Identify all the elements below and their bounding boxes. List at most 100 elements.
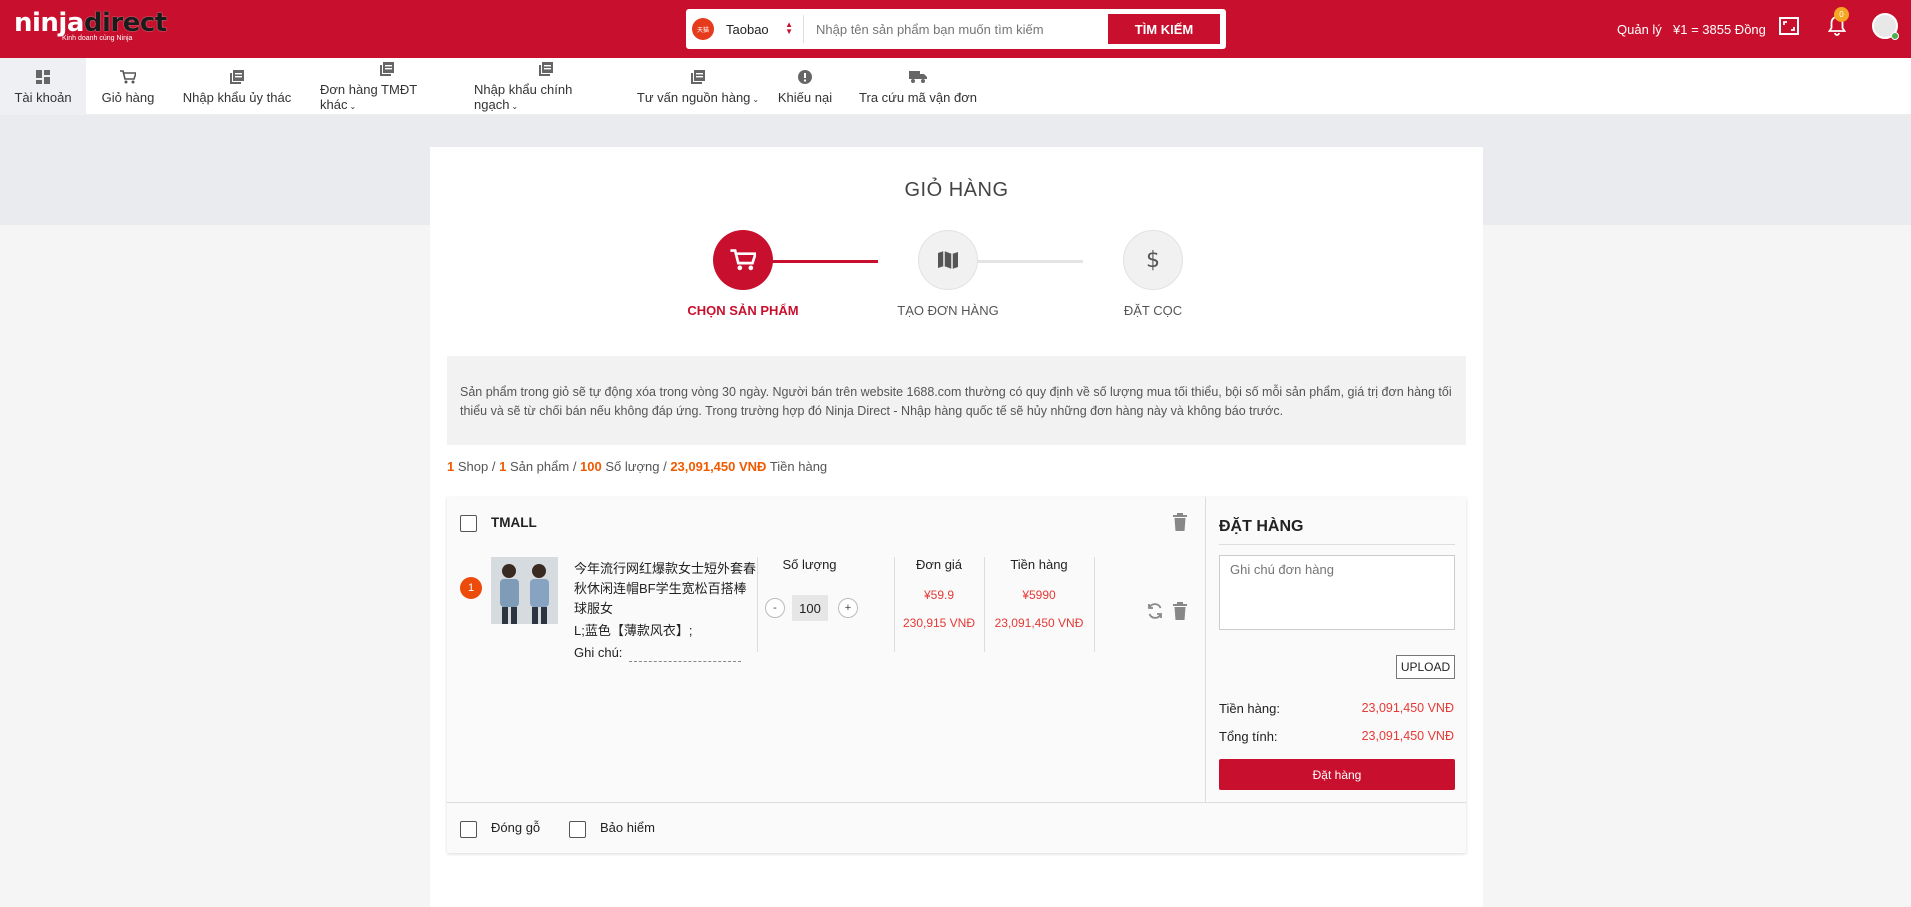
nav-label: Khiếu nại — [777, 89, 833, 105]
nav-item-entrusted-import[interactable]: Nhập khẩu ủy thác — [178, 58, 296, 115]
cart-icon — [730, 249, 756, 271]
divider — [1219, 544, 1455, 545]
unit-price-cny: ¥59.9 — [923, 588, 955, 602]
document-icon — [380, 61, 394, 77]
nav-label: Tư vấn nguồn hàng — [636, 89, 751, 105]
order-panel-title: ĐẶT HÀNG — [1219, 518, 1304, 535]
fullscreen-icon[interactable] — [1777, 14, 1801, 38]
item-note-label: Ghi chú: — [574, 645, 623, 660]
cart-page: GIỎ HÀNG $ CHỌN SẢN PHẨM TẠO ĐƠN HÀNG ĐẶ… — [430, 147, 1483, 907]
product-thumbnail[interactable] — [491, 557, 558, 624]
nav-label: Đơn hàng TMĐT khác — [320, 82, 417, 112]
logo-text-a: ninja — [14, 8, 84, 38]
nav-item-sourcing-advice[interactable]: Tư vấn nguồn hàng ⌄ — [636, 58, 760, 115]
nav-item-ecommerce-orders[interactable]: Đơn hàng TMĐT khác ⌄ — [320, 58, 454, 115]
dollar-icon: $ — [1146, 247, 1160, 273]
nav-item-account[interactable]: Tài khoản — [0, 58, 86, 115]
nav-label: Tra cứu mã vận đơn — [859, 89, 977, 105]
qty-decrease-button[interactable]: - — [765, 598, 785, 618]
shop-name: TMALL — [491, 515, 537, 530]
shop-cart-group: TMALL 1 今年流行网红爆款女士短外套春秋休闲连帽BF学生宽松百搭棒球服女 … — [447, 497, 1466, 853]
main-nav: Tài khoản Giỏ hàng Nhập khẩu ủy thác Đơn… — [0, 58, 1911, 115]
notification-badge: 0 — [1834, 7, 1849, 22]
nav-item-cart[interactable]: Giỏ hàng — [94, 58, 162, 115]
cart-summary: 1 Shop / 1 Sản phẩm / 100 Số lượng / 23,… — [447, 459, 828, 474]
unit-price-column-header: Đơn giá — [915, 557, 963, 572]
insurance-checkbox[interactable] — [569, 821, 586, 838]
item-index-badge: 1 — [460, 577, 482, 599]
logo[interactable]: ninjadirect Kinh doanh cùng Ninja — [14, 9, 167, 42]
page-title: GIỎ HÀNG — [904, 179, 1009, 201]
truck-icon — [909, 69, 927, 85]
nav-label: Giỏ hàng — [101, 89, 155, 105]
nav-item-official-import[interactable]: Nhập khẩu chính ngạch ⌄ — [474, 58, 618, 115]
cart-icon — [120, 69, 136, 85]
column-divider — [757, 557, 758, 652]
wood-packing-label: Đóng gỗ — [491, 820, 541, 835]
document-icon — [539, 61, 553, 77]
search-input[interactable] — [814, 15, 1104, 43]
qty-input[interactable]: 100 — [792, 595, 828, 621]
nav-item-tracking[interactable]: Tra cứu mã vận đơn — [858, 58, 978, 115]
source-select[interactable]: 天猫 Taobao ▲ ▼ — [692, 15, 804, 43]
order-note-textarea[interactable] — [1219, 555, 1455, 630]
quantity-total: 100 — [580, 459, 602, 474]
dashboard-icon — [36, 69, 50, 85]
search-button[interactable]: TÌM KIẾM — [1108, 14, 1220, 44]
goods-amount-label: Tiền hàng: — [1219, 701, 1280, 716]
chevron-down-icon: ⌄ — [752, 94, 760, 104]
total-label: Tổng tính: — [1219, 729, 1278, 744]
step-1-label: CHỌN SẢN PHẨM — [687, 303, 799, 318]
nav-label: Tài khoản — [14, 89, 72, 105]
divider — [447, 802, 1466, 803]
goods-total-label: Tiền hàng — [769, 459, 828, 474]
goods-amount-value: 23,091,450 VNĐ — [1361, 701, 1454, 715]
step-3-circle: $ — [1123, 230, 1183, 290]
place-order-button[interactable]: Đặt hàng — [1219, 759, 1455, 790]
cart-notice: Sản phẩm trong giỏ sẽ tự động xóa trong … — [447, 356, 1466, 445]
shop-count: 1 — [447, 459, 455, 474]
unit-price-vnd: 230,915 VNĐ — [902, 616, 976, 630]
product-count: 1 — [499, 459, 507, 474]
source-select-value: Taobao — [726, 21, 769, 37]
delete-item-trash-icon[interactable] — [1172, 602, 1188, 620]
nav-item-complaints[interactable]: Khiếu nại — [774, 58, 836, 115]
qty-increase-button[interactable]: + — [838, 598, 858, 618]
product-name[interactable]: 今年流行网红爆款女士短外套春秋休闲连帽BF学生宽松百搭棒球服女 — [574, 559, 756, 619]
map-icon — [938, 251, 958, 269]
upload-button[interactable]: UPLOAD — [1396, 655, 1455, 679]
document-icon — [230, 69, 244, 85]
amount-cny: ¥5990 — [1022, 588, 1056, 602]
refresh-icon[interactable] — [1146, 602, 1162, 620]
top-header: ninjadirect Kinh doanh cùng Ninja 天猫 Tao… — [0, 0, 1911, 58]
document-icon — [691, 69, 705, 85]
amount-vnd: 23,091,450 VNĐ — [994, 616, 1084, 630]
exchange-rate: ¥1 = 3855 Đồng — [1673, 21, 1766, 37]
nav-label: Nhập khẩu ủy thác — [182, 89, 292, 105]
product-variant: L;蓝色【薄款风衣】; — [574, 623, 693, 638]
order-panel: ĐẶT HÀNG UPLOAD Tiền hàng: 23,091,450 VN… — [1205, 497, 1466, 802]
step-1-circle — [713, 230, 773, 290]
step-2-label: TẠO ĐƠN HÀNG — [897, 303, 999, 318]
chevron-down-icon: ⌄ — [511, 102, 519, 111]
goods-total: 23,091,450 VNĐ — [670, 459, 767, 474]
shop-count-label: Shop — [457, 459, 489, 474]
manage-link[interactable]: Quản lý — [1617, 0, 1662, 58]
delete-shop-trash-icon[interactable] — [1172, 513, 1188, 531]
tmall-logo-icon: 天猫 — [692, 18, 714, 40]
amount-column-header: Tiền hàng — [1010, 557, 1068, 572]
nav-label: Nhập khẩu chính ngạch — [474, 82, 573, 112]
wood-packing-checkbox[interactable] — [460, 821, 477, 838]
search-bar: 天猫 Taobao ▲▼ TÌM KIẾM — [686, 9, 1226, 49]
qty-column-header: Số lượng — [782, 557, 837, 572]
shop-select-checkbox[interactable] — [460, 515, 477, 532]
online-status-dot — [1891, 32, 1899, 40]
item-note-input[interactable] — [629, 645, 741, 662]
insurance-label: Bảo hiểm — [600, 820, 655, 835]
column-divider — [1094, 557, 1095, 652]
chevron-down-icon: ⌄ — [349, 102, 357, 111]
alert-icon — [798, 69, 812, 85]
product-count-label: Sản phẩm — [509, 459, 570, 474]
total-value: 23,091,450 VNĐ — [1361, 729, 1454, 743]
quantity-label: Số lượng — [605, 459, 660, 474]
